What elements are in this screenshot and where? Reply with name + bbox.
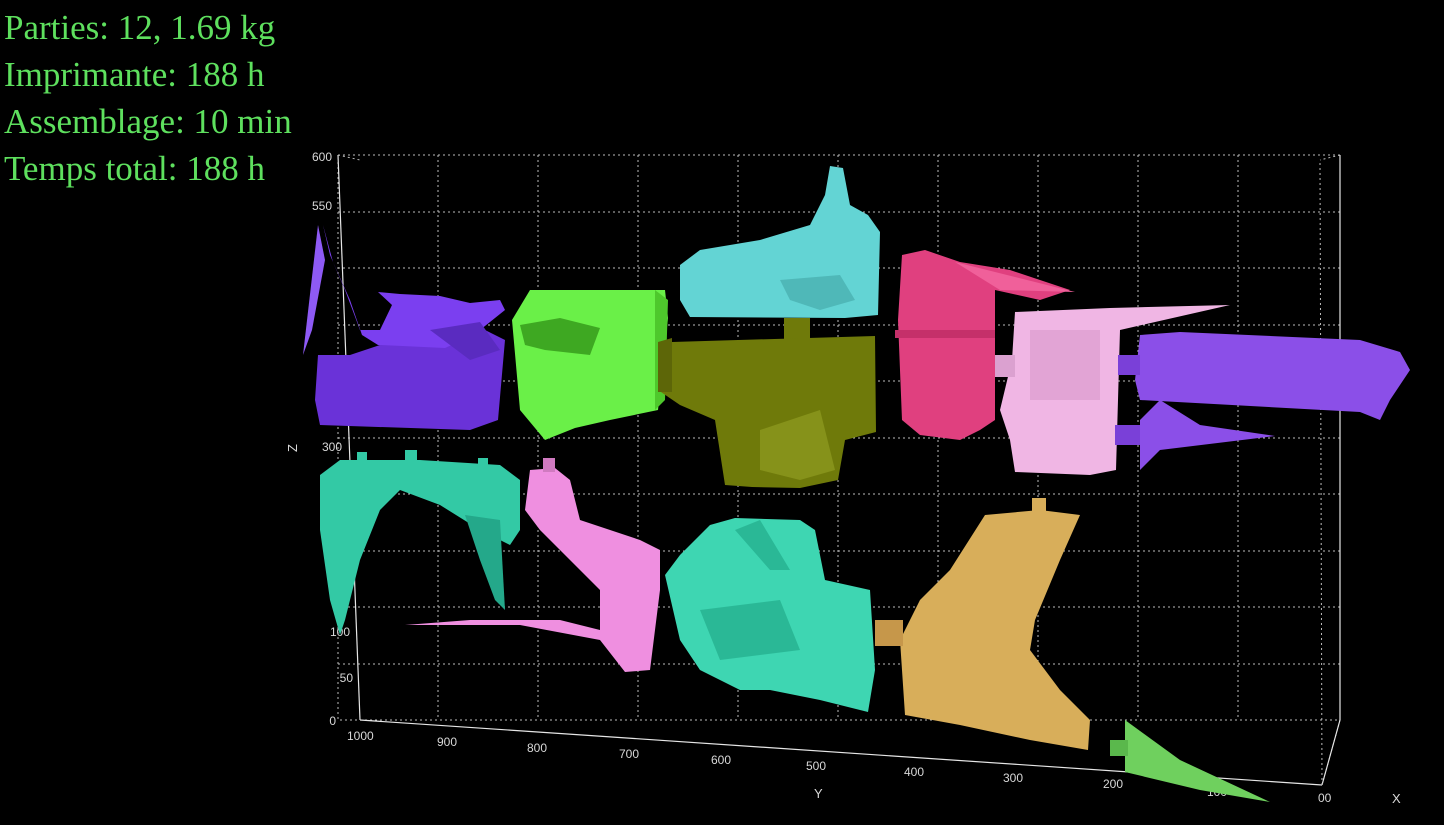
- total-time-text: Temps total: 188 h: [4, 149, 265, 188]
- part-olive-body[interactable]: [658, 336, 876, 488]
- assembly-time-text: Assemblage: 10 min: [4, 102, 292, 141]
- y-axis-label: Y: [814, 786, 823, 801]
- z-tick-300: 300: [322, 440, 342, 454]
- z-tick-550: 550: [312, 199, 332, 213]
- y-tick-400: 400: [904, 765, 924, 779]
- y-tick-800: 800: [527, 741, 547, 755]
- z-axis-label: Z: [285, 444, 300, 452]
- z-tick-50: 50: [340, 671, 354, 685]
- y-axis-ticks: 1000 900 800 700 600 500 400 300 200 100…: [347, 729, 1227, 801]
- part-violet-barrel[interactable]: [1115, 332, 1410, 470]
- x-tick-00: 00: [1318, 791, 1332, 805]
- stats-panel: Parties: 12, 1.69 kg Imprimante: 188 h A…: [4, 4, 292, 192]
- y-tick-900: 900: [437, 735, 457, 749]
- z-tick-0: 0: [329, 714, 336, 728]
- part-purple-grip[interactable]: [303, 225, 505, 430]
- part-lime-block[interactable]: [512, 290, 668, 440]
- y-tick-700: 700: [619, 747, 639, 761]
- y-tick-300: 300: [1003, 771, 1023, 785]
- y-tick-200: 200: [1103, 777, 1123, 791]
- part-turquoise-receiver[interactable]: [665, 518, 875, 712]
- part-cyan-top[interactable]: [680, 166, 880, 340]
- y-tick-600: 600: [711, 753, 731, 767]
- printer-time-text: Imprimante: 188 h: [4, 55, 265, 94]
- x-axis-ticks: 00 X: [1318, 791, 1401, 806]
- y-tick-1000: 1000: [347, 729, 374, 743]
- z-tick-600: 600: [312, 150, 332, 164]
- y-tick-500: 500: [806, 759, 826, 773]
- part-green-tip[interactable]: [1110, 720, 1270, 802]
- x-axis-label: X: [1392, 791, 1401, 806]
- parts-count-text: Parties: 12, 1.69 kg: [4, 8, 276, 47]
- part-gold-front[interactable]: [875, 498, 1090, 750]
